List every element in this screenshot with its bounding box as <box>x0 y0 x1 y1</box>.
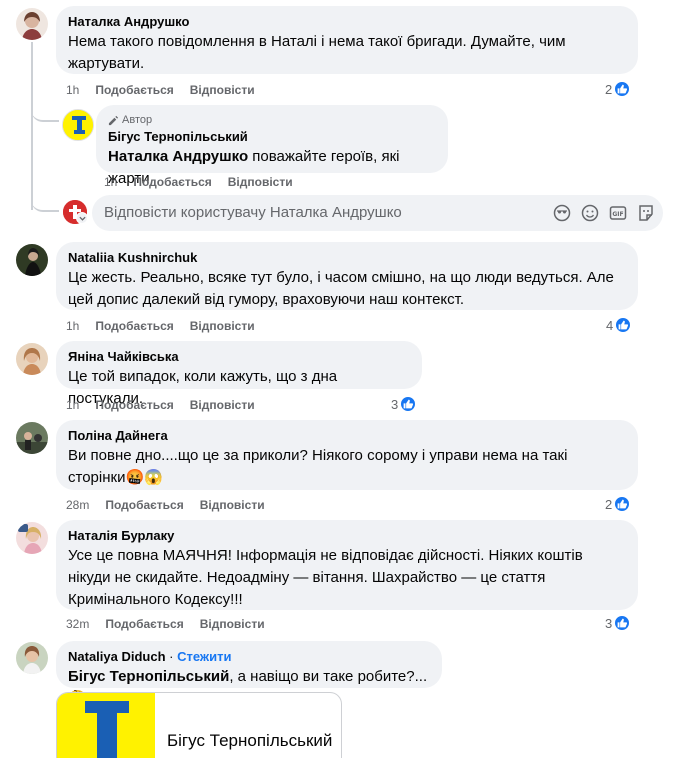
avatar[interactable] <box>16 343 48 375</box>
reaction-count[interactable]: 2 <box>605 495 632 513</box>
comment-author[interactable]: Наталка Андрушко <box>68 14 626 30</box>
comment-bubble: Поліна Дайнега Ви повне дно....що це за … <box>56 420 638 490</box>
comment-time[interactable]: 1h <box>66 398 79 412</box>
emoji-icon[interactable] <box>581 204 599 222</box>
avatar[interactable] <box>16 422 48 454</box>
comment-time[interactable]: 1h <box>66 319 79 333</box>
comment-actions: 32m Подобається Відповісти <box>66 616 281 632</box>
mention-link[interactable]: Наталка Андрушко <box>108 148 248 165</box>
avatar[interactable] <box>16 642 48 674</box>
avatar[interactable] <box>62 109 94 141</box>
reply-placeholder: Відповісти користувачу Наталка Андрушко <box>104 204 402 221</box>
reaction-count[interactable]: 2 <box>605 80 632 98</box>
reply-button[interactable]: Відповісти <box>200 617 265 631</box>
chevron-down-icon[interactable] <box>76 212 88 224</box>
gif-icon[interactable]: GIF <box>609 204 627 222</box>
thread-branch <box>31 96 59 122</box>
reaction-number: 4 <box>606 317 614 333</box>
comment-author[interactable]: Nataliia Kushnirchuk <box>68 250 626 266</box>
avatar[interactable] <box>16 8 48 40</box>
comment-text: Усе це повна МАЯЧНЯ! Інформація не відпо… <box>68 547 583 608</box>
reply-button[interactable]: Відповісти <box>190 83 255 97</box>
comment-actions: 1h Подобається Відповісти <box>66 82 271 98</box>
comment-time[interactable]: 1h <box>104 175 117 189</box>
link-title: Бігус Тернопільський <box>167 731 333 750</box>
thumbs-up-icon <box>613 495 632 513</box>
like-button[interactable]: Подобається <box>105 498 183 512</box>
comment-bubble: Nataliya Diduch · Стежити Бігус Тернопіл… <box>56 641 442 707</box>
reaction-count[interactable]: 3 <box>391 395 418 413</box>
like-button[interactable]: Подобається <box>95 83 173 97</box>
comment-text: Ви повне дно....що це за приколи? Ніяког… <box>68 447 568 486</box>
comment-time[interactable]: 1h <box>66 83 79 97</box>
reaction-number: 3 <box>605 615 613 631</box>
comment-actions: 28m Подобається Відповісти <box>66 497 281 513</box>
comment-text: Нема такого повідомлення в Наталі і нема… <box>68 33 566 72</box>
pencil-icon <box>108 115 119 125</box>
comment-author[interactable]: Наталія Бурлаку <box>68 528 626 544</box>
thumbs-up-icon <box>613 614 632 632</box>
comment-time[interactable]: 32m <box>66 617 89 631</box>
reaction-number: 2 <box>605 81 613 97</box>
comment-bubble: Наталка Андрушко Нема такого повідомленн… <box>56 6 638 74</box>
thumbs-up-icon <box>399 395 418 413</box>
avatar-sticker-icon[interactable] <box>553 204 571 222</box>
reaction-count[interactable]: 4 <box>606 316 633 334</box>
comment-author[interactable]: Nataliya Diduch <box>68 649 166 664</box>
reply-button[interactable]: Відповісти <box>200 498 265 512</box>
comment-actions: 1h Подобається Відповісти <box>66 318 271 334</box>
comment-bubble: Nataliia Kushnirchuk Це жесть. Реально, … <box>56 242 638 310</box>
comment-time[interactable]: 28m <box>66 498 89 512</box>
avatar[interactable] <box>16 244 48 276</box>
avatar[interactable] <box>16 522 48 554</box>
like-button[interactable]: Подобається <box>95 398 173 412</box>
author-badge-label: Автор <box>122 114 153 126</box>
link-preview-card[interactable]: Бігус Тернопільський <box>56 692 342 758</box>
page-logo <box>57 693 155 758</box>
comment-text: Це жесть. Реально, всяке тут було, і час… <box>68 269 614 308</box>
thread-branch <box>31 190 59 212</box>
svg-text:GIF: GIF <box>612 211 623 218</box>
comment-header: Nataliya Diduch · Стежити <box>68 649 430 665</box>
dot-separator: · <box>169 649 178 664</box>
reply-button[interactable]: Відповісти <box>190 319 255 333</box>
reply-input[interactable]: Відповісти користувачу Наталка Андрушко … <box>92 195 663 231</box>
comment-author[interactable]: Бігус Тернопільський <box>108 129 436 145</box>
comment-author[interactable]: Поліна Дайнега <box>68 428 626 444</box>
thumbs-up-icon <box>614 316 633 334</box>
comment-actions: 1h Подобається Відповісти <box>104 174 309 190</box>
sticker-icon[interactable] <box>637 204 655 222</box>
reply-button[interactable]: Відповісти <box>190 398 255 412</box>
comment-bubble: Наталія Бурлаку Усе це повна МАЯЧНЯ! Інф… <box>56 520 638 610</box>
reaction-count[interactable]: 3 <box>605 614 632 632</box>
thread-line <box>31 42 33 210</box>
comment-bubble: Автор Бігус Тернопільський Наталка Андру… <box>96 105 448 187</box>
comment-author[interactable]: Яніна Чайківська <box>68 349 410 365</box>
author-badge: Автор <box>108 113 436 127</box>
reply-button[interactable]: Відповісти <box>228 175 293 189</box>
like-button[interactable]: Подобається <box>95 319 173 333</box>
comment-bubble: Яніна Чайківська Це той випадок, коли ка… <box>56 341 422 407</box>
thumbs-up-icon <box>613 80 632 98</box>
follow-button[interactable]: Стежити <box>177 649 231 664</box>
reaction-number: 2 <box>605 496 613 512</box>
comment-actions: 1h Подобається Відповісти <box>66 397 271 413</box>
reaction-number: 3 <box>391 396 399 412</box>
like-button[interactable]: Подобається <box>105 617 183 631</box>
mention-link[interactable]: Бігус Тернопільський <box>68 668 229 685</box>
like-button[interactable]: Подобається <box>133 175 211 189</box>
